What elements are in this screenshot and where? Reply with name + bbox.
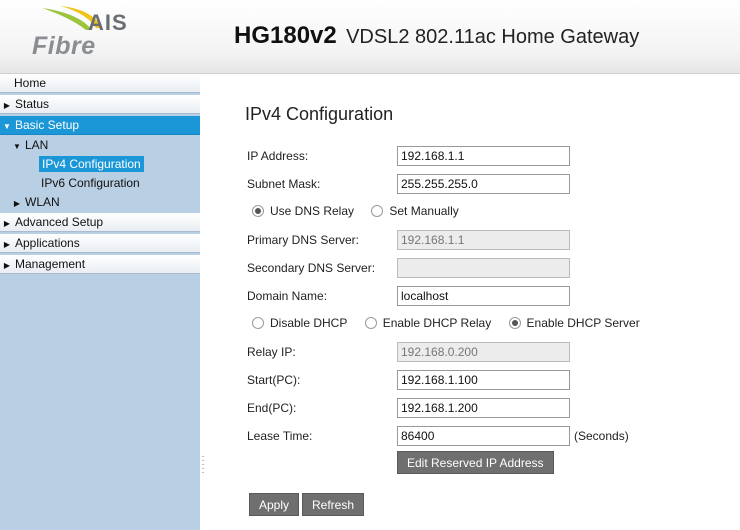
sidebar-item-label: WLAN xyxy=(25,195,60,209)
sidebar-item-advanced-setup[interactable]: ▶ Advanced Setup xyxy=(0,213,200,232)
relay-ip-label: Relay IP: xyxy=(247,345,296,359)
domain-name-label: Domain Name: xyxy=(247,289,328,303)
radio-unchecked-icon[interactable] xyxy=(252,317,264,329)
sidebar-item-label: Home xyxy=(14,76,47,90)
end-pc-input[interactable] xyxy=(397,398,570,418)
lease-time-unit: (Seconds) xyxy=(574,429,629,443)
chevron-down-icon: ▼ xyxy=(13,142,21,151)
edit-reserved-ip-button[interactable]: Edit Reserved IP Address xyxy=(397,451,554,474)
sidebar-item-label: Status xyxy=(15,97,50,111)
radio-label: Enable DHCP Relay xyxy=(382,316,492,330)
enable-dhcp-relay-option[interactable]: Enable DHCP Relay xyxy=(364,313,492,333)
ip-address-label: IP Address: xyxy=(247,149,309,163)
sidebar-item-ipv6-configuration[interactable]: IPv6 Configuration xyxy=(0,174,200,193)
lease-time-label: Lease Time: xyxy=(247,429,313,443)
header: AIS Fibre HG180v2 VDSL2 802.11ac Home Ga… xyxy=(0,0,740,74)
sidebar-item-lan[interactable]: ▼ LAN xyxy=(0,136,200,155)
main-content: IPv4 Configuration IP Address: Subnet Ma… xyxy=(200,74,740,530)
primary-dns-label: Primary DNS Server: xyxy=(247,233,360,247)
ais-fibre-logo: AIS Fibre xyxy=(30,2,140,68)
page-title: IPv4 Configuration xyxy=(245,104,394,124)
dhcp-mode-radio-group: Disable DHCP Enable DHCP Relay Enable DH… xyxy=(252,313,654,333)
subnet-mask-label: Subnet Mask: xyxy=(247,177,321,191)
chevron-right-icon: ▶ xyxy=(13,199,21,208)
dns-mode-radio-group: Use DNS Relay Set Manually xyxy=(252,201,473,221)
sidebar: Home ▶ Status ▼ Basic Setup ▼ LAN IPv4 Conf… xyxy=(0,74,200,530)
domain-name-input[interactable] xyxy=(397,286,570,306)
sidebar-item-label: LAN xyxy=(25,138,49,152)
radio-label: Enable DHCP Server xyxy=(526,316,640,330)
chevron-right-icon: ▶ xyxy=(3,261,11,270)
disable-dhcp-option[interactable]: Disable DHCP xyxy=(252,313,347,333)
sidebar-item-home[interactable]: Home xyxy=(0,74,200,93)
apply-button[interactable]: Apply xyxy=(249,493,300,516)
radio-label: Set Manually xyxy=(389,204,459,218)
radio-unchecked-icon[interactable] xyxy=(364,317,377,329)
lease-time-input[interactable] xyxy=(397,426,570,446)
primary-dns-input xyxy=(397,230,570,250)
use-dns-relay-option[interactable]: Use DNS Relay xyxy=(252,201,354,221)
product-model: HG180v2 xyxy=(234,22,337,49)
sidebar-item-label: Advanced Setup xyxy=(15,215,104,229)
ip-address-input[interactable] xyxy=(397,146,570,166)
end-pc-label: End(PC): xyxy=(247,401,297,415)
start-pc-input[interactable] xyxy=(397,370,570,390)
radio-checked-icon[interactable] xyxy=(508,317,521,329)
start-pc-label: Start(PC): xyxy=(247,373,301,387)
product-description: VDSL2 802.11ac Home Gateway xyxy=(346,26,640,48)
logo-text-fibre: Fibre xyxy=(32,32,96,60)
radio-checked-icon[interactable] xyxy=(252,205,264,217)
chevron-down-icon: ▼ xyxy=(3,122,11,131)
sidebar-item-label: Applications xyxy=(15,236,80,250)
sidebar-item-ipv4-configuration[interactable]: IPv4 Configuration xyxy=(0,155,200,174)
chevron-right-icon: ▶ xyxy=(3,101,11,110)
enable-dhcp-server-option[interactable]: Enable DHCP Server xyxy=(508,313,640,333)
refresh-button[interactable]: Refresh xyxy=(302,493,365,516)
sidebar-item-label: IPv4 Configuration xyxy=(39,156,144,172)
sidebar-item-wlan[interactable]: ▶ WLAN xyxy=(0,193,200,212)
radio-unchecked-icon[interactable] xyxy=(371,205,384,217)
chevron-right-icon: ▶ xyxy=(3,219,11,228)
secondary-dns-label: Secondary DNS Server: xyxy=(247,261,376,275)
radio-label: Disable DHCP xyxy=(270,316,348,330)
sidebar-item-status[interactable]: ▶ Status xyxy=(0,95,200,114)
sidebar-item-label: IPv6 Configuration xyxy=(41,176,140,190)
sidebar-item-management[interactable]: ▶ Management xyxy=(0,255,200,274)
secondary-dns-input xyxy=(397,258,570,278)
sidebar-item-applications[interactable]: ▶ Applications xyxy=(0,234,200,253)
sidebar-item-label: Basic Setup xyxy=(15,118,80,132)
product-title: HG180v2 VDSL2 802.11ac Home Gateway xyxy=(234,22,639,50)
chevron-right-icon: ▶ xyxy=(3,240,11,249)
set-manually-option[interactable]: Set Manually xyxy=(371,201,459,221)
radio-label: Use DNS Relay xyxy=(270,204,355,218)
relay-ip-input xyxy=(397,342,570,362)
sidebar-item-label: Management xyxy=(15,257,86,271)
subnet-mask-input[interactable] xyxy=(397,174,570,194)
sidebar-item-basic-setup[interactable]: ▼ Basic Setup xyxy=(0,116,200,135)
